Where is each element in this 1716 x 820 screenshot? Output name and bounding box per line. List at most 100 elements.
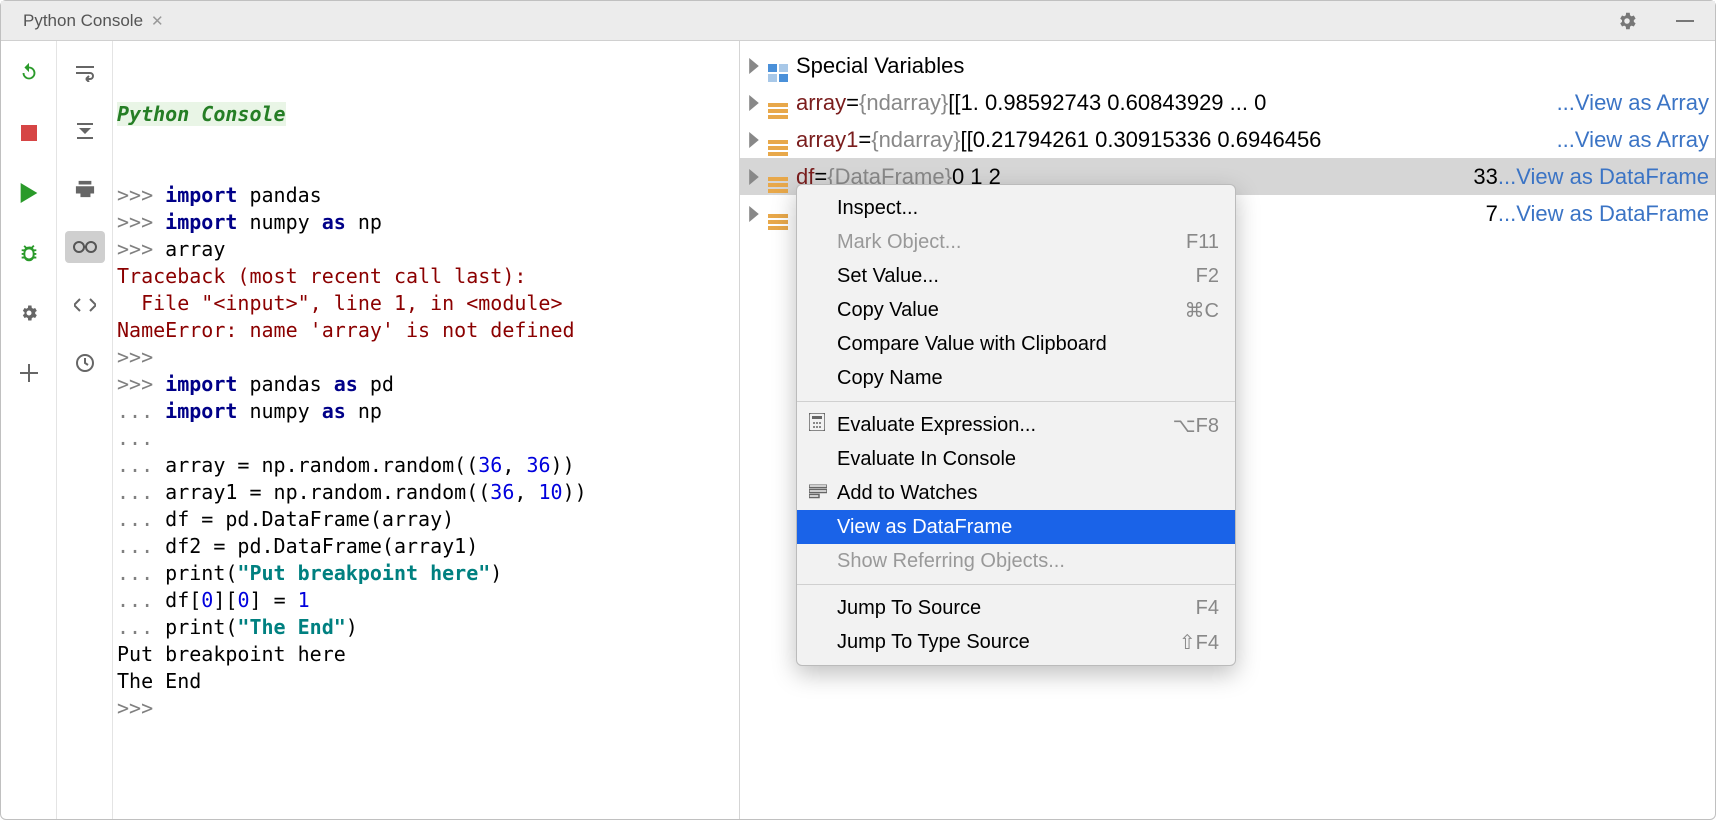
console-line: Traceback (most recent call last): [117, 263, 739, 290]
context-menu: Inspect... Mark Object... F11 Set Value... F… [796, 184, 1236, 666]
console-line: File "<input>", line 1, in <module> [117, 290, 739, 317]
variable-trail: 33 [1467, 159, 1497, 195]
variable-equals: = [846, 85, 859, 121]
console-output[interactable]: Python Console >>> import pandas>>> impo… [113, 41, 739, 819]
menu-separator [797, 584, 1235, 585]
console-line: ... print("The End") [117, 614, 739, 641]
watches-icon [809, 482, 827, 505]
variable-equals: = [858, 122, 871, 158]
console-line: ... array1 = np.random.random((36, 10)) [117, 479, 739, 506]
chevron-right-icon [746, 206, 762, 222]
menu-item-label: Evaluate Expression... [837, 414, 1036, 437]
variable-row[interactable]: array = {ndarray} [[1. 0.98592743 0.6084… [740, 84, 1715, 121]
menu-item-label: Jump To Source [837, 597, 981, 620]
variable-value: [[1. 0.98592743 0.60843929 ... 0 [948, 85, 1266, 121]
debug-icon[interactable] [9, 237, 49, 269]
scroll-to-end-icon[interactable] [65, 115, 105, 147]
menu-separator [797, 401, 1235, 402]
view-as-link[interactable]: ...View as Array [1557, 85, 1709, 121]
chevron-right-icon [746, 169, 762, 185]
grid-icon [768, 57, 788, 75]
run-icon[interactable] [9, 177, 49, 209]
menu-shortcut: ⌘C [1185, 298, 1219, 323]
menu-shortcut: F2 [1196, 265, 1219, 288]
console-line: >>> [117, 695, 739, 722]
menu-item[interactable]: Copy Value⌘C [797, 293, 1235, 327]
rerun-icon[interactable] [9, 57, 49, 89]
variable-value: [[0.21794261 0.30915336 0.6946456 [961, 122, 1322, 158]
menu-item-label: Inspect... [837, 197, 918, 220]
menu-item[interactable]: Jump To Type Source ⇧F4 [797, 625, 1235, 659]
titlebar: Python Console ✕ [1, 1, 1715, 41]
soft-wrap-icon[interactable] [65, 57, 105, 89]
view-as-link[interactable]: ...View as DataFrame [1498, 196, 1709, 232]
console-line: >>> import pandas [117, 182, 739, 209]
special-variables-row[interactable]: Special Variables [740, 47, 1715, 84]
menu-item[interactable]: Jump To Source F4 [797, 591, 1235, 625]
chevron-right-icon [746, 58, 762, 74]
menu-item-label: Set Value... [837, 265, 939, 288]
chevron-right-icon [746, 95, 762, 111]
menu-item: Show Referring Objects... [797, 544, 1235, 578]
menu-shortcut: ⌥F8 [1173, 413, 1219, 438]
menu-item-label: Mark Object... [837, 231, 961, 254]
menu-item-label: Jump To Type Source [837, 631, 1030, 654]
menu-shortcut: ⇧F4 [1179, 630, 1219, 655]
menu-shortcut: F4 [1196, 597, 1219, 620]
console-line: >>> [117, 344, 739, 371]
console-line: ... array = np.random.random((36, 36)) [117, 452, 739, 479]
tab-python-console[interactable]: Python Console ✕ [11, 1, 176, 40]
menu-item[interactable]: Set Value... F2 [797, 259, 1235, 293]
menu-item[interactable]: Evaluate In Console [797, 442, 1235, 476]
view-as-link[interactable]: ...View as DataFrame [1498, 159, 1709, 195]
object-icon [768, 205, 788, 223]
object-icon [768, 94, 788, 112]
console-line: ... df[0][0] = 1 [117, 587, 739, 614]
print-icon[interactable] [65, 173, 105, 205]
console-line: >>> array [117, 236, 739, 263]
console-line: NameError: name 'array' is not defined [117, 317, 739, 344]
menu-item-label: Compare Value with Clipboard [837, 333, 1107, 356]
menu-item[interactable]: Evaluate Expression... ⌥F8 [797, 408, 1235, 442]
left-toolbar-2 [57, 41, 113, 819]
console-line: ... import numpy as np [117, 398, 739, 425]
browse-history-icon[interactable] [65, 347, 105, 379]
console-line: ... print("Put breakpoint here") [117, 560, 739, 587]
menu-item-label: Copy Name [837, 367, 943, 390]
variable-name: array [796, 85, 846, 121]
variable-type: {ndarray} [871, 122, 960, 158]
menu-item[interactable]: Compare Value with Clipboard [797, 327, 1235, 361]
menu-item-label: View as DataFrame [837, 516, 1012, 539]
show-variables-icon[interactable] [65, 231, 105, 263]
close-icon[interactable]: ✕ [151, 12, 164, 30]
console-line: >>> import numpy as np [117, 209, 739, 236]
menu-item[interactable]: Add to Watches [797, 476, 1235, 510]
menu-shortcut: F11 [1186, 231, 1219, 254]
variable-trail: 7 [1480, 196, 1498, 232]
menu-item[interactable]: Inspect... [797, 191, 1235, 225]
minimize-icon[interactable] [1665, 5, 1705, 37]
variable-type: {ndarray} [859, 85, 948, 121]
console-title: Python Console [117, 102, 286, 126]
menu-item[interactable]: Copy Name [797, 361, 1235, 395]
variable-name: array1 [796, 122, 858, 158]
left-toolbar-1 [1, 41, 57, 819]
special-variables-label: Special Variables [796, 48, 964, 84]
variable-row[interactable]: array1 = {ndarray} [[0.21794261 0.309153… [740, 121, 1715, 158]
console-line: >>> import pandas as pd [117, 371, 739, 398]
add-icon[interactable] [9, 357, 49, 389]
object-icon [768, 168, 788, 186]
settings-icon[interactable] [1607, 5, 1647, 37]
menu-item-label: Add to Watches [837, 482, 977, 505]
chevron-right-icon [746, 132, 762, 148]
calculator-icon [809, 413, 825, 437]
history-icon[interactable] [65, 289, 105, 321]
settings-small-icon[interactable] [9, 297, 49, 329]
object-icon [768, 131, 788, 149]
menu-item[interactable]: View as DataFrame [797, 510, 1235, 544]
view-as-link[interactable]: ...View as Array [1557, 122, 1709, 158]
stop-icon[interactable] [9, 117, 49, 149]
tab-label: Python Console [23, 11, 143, 31]
console-line: ... [117, 425, 739, 452]
menu-item: Mark Object... F11 [797, 225, 1235, 259]
